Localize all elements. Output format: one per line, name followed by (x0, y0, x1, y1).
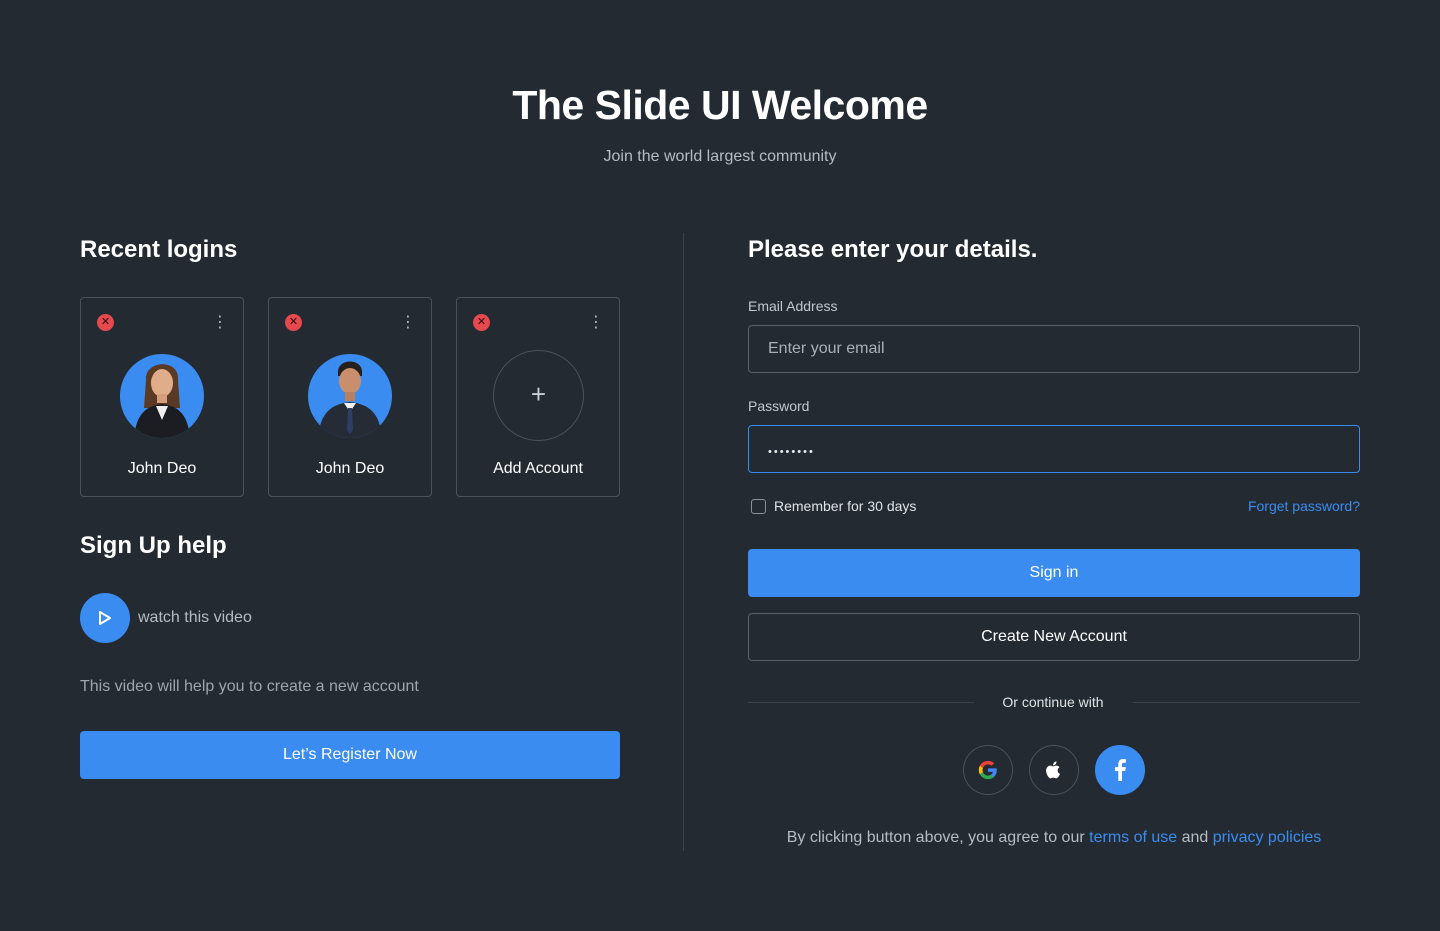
password-label: Password (748, 398, 810, 414)
remember-checkbox[interactable] (751, 499, 766, 514)
account-name: John Deo (127, 460, 197, 477)
remove-account-icon[interactable]: ✕ (473, 314, 490, 331)
email-field[interactable] (748, 325, 1360, 373)
remove-account-icon[interactable]: ✕ (285, 314, 302, 331)
remove-account-icon[interactable]: ✕ (97, 314, 114, 331)
avatar-woman (120, 354, 204, 438)
google-icon (978, 760, 997, 780)
page-subtitle: Join the world largest community (603, 148, 837, 165)
apple-login-button[interactable] (1029, 745, 1079, 795)
facebook-login-button[interactable] (1095, 745, 1145, 795)
login-form-title: Please enter your details. (748, 236, 1038, 263)
avatar-man (308, 354, 392, 438)
create-account-button[interactable]: Create New Account (748, 613, 1360, 661)
remember-label[interactable]: Remember for 30 days (774, 498, 916, 514)
account-name: John Deo (315, 460, 385, 477)
column-divider (683, 233, 684, 851)
signup-help-description: This video will help you to create a new… (80, 678, 419, 695)
password-field[interactable] (748, 425, 1360, 473)
email-label: Email Address (748, 298, 838, 314)
more-vertical-icon[interactable]: ⋮ (587, 312, 605, 334)
password-value: •••••••• (768, 446, 815, 458)
more-vertical-icon[interactable]: ⋮ (211, 312, 229, 334)
signup-help-title: Sign Up help (80, 532, 227, 559)
forgot-password-link[interactable]: Forget password? (1248, 498, 1360, 514)
facebook-icon (1115, 759, 1126, 781)
page-title: The Slide UI Welcome (512, 82, 928, 128)
divider-left (748, 702, 974, 703)
recent-login-card[interactable]: ✕ ⋮ John Deo (80, 297, 244, 497)
watch-video-label[interactable]: watch this video (138, 609, 252, 627)
play-video-button[interactable] (80, 593, 130, 643)
privacy-policies-link[interactable]: privacy policies (1213, 829, 1321, 846)
register-button[interactable]: Let’s Register Now (80, 731, 620, 779)
sign-in-button[interactable]: Sign in (748, 549, 1360, 597)
terms-of-use-link[interactable]: terms of use (1089, 829, 1177, 846)
google-login-button[interactable] (963, 745, 1013, 795)
recent-logins-title: Recent logins (80, 236, 238, 263)
terms-text: By clicking button above, you agree to o… (748, 829, 1360, 847)
terms-prefix: By clicking button above, you agree to o… (786, 829, 1085, 846)
play-icon (99, 611, 111, 625)
recent-login-card[interactable]: ✕ ⋮ John Deo (268, 297, 432, 497)
apple-icon (1046, 761, 1060, 779)
add-account-card[interactable]: ✕ ⋮ + Add Account (456, 297, 620, 497)
more-vertical-icon[interactable]: ⋮ (399, 312, 417, 334)
continue-with-label: Or continue with (1002, 694, 1104, 710)
divider-right (1133, 702, 1360, 703)
add-account-label: Add Account (493, 460, 583, 477)
plus-icon[interactable]: + (493, 350, 584, 441)
terms-and: and (1181, 829, 1209, 846)
